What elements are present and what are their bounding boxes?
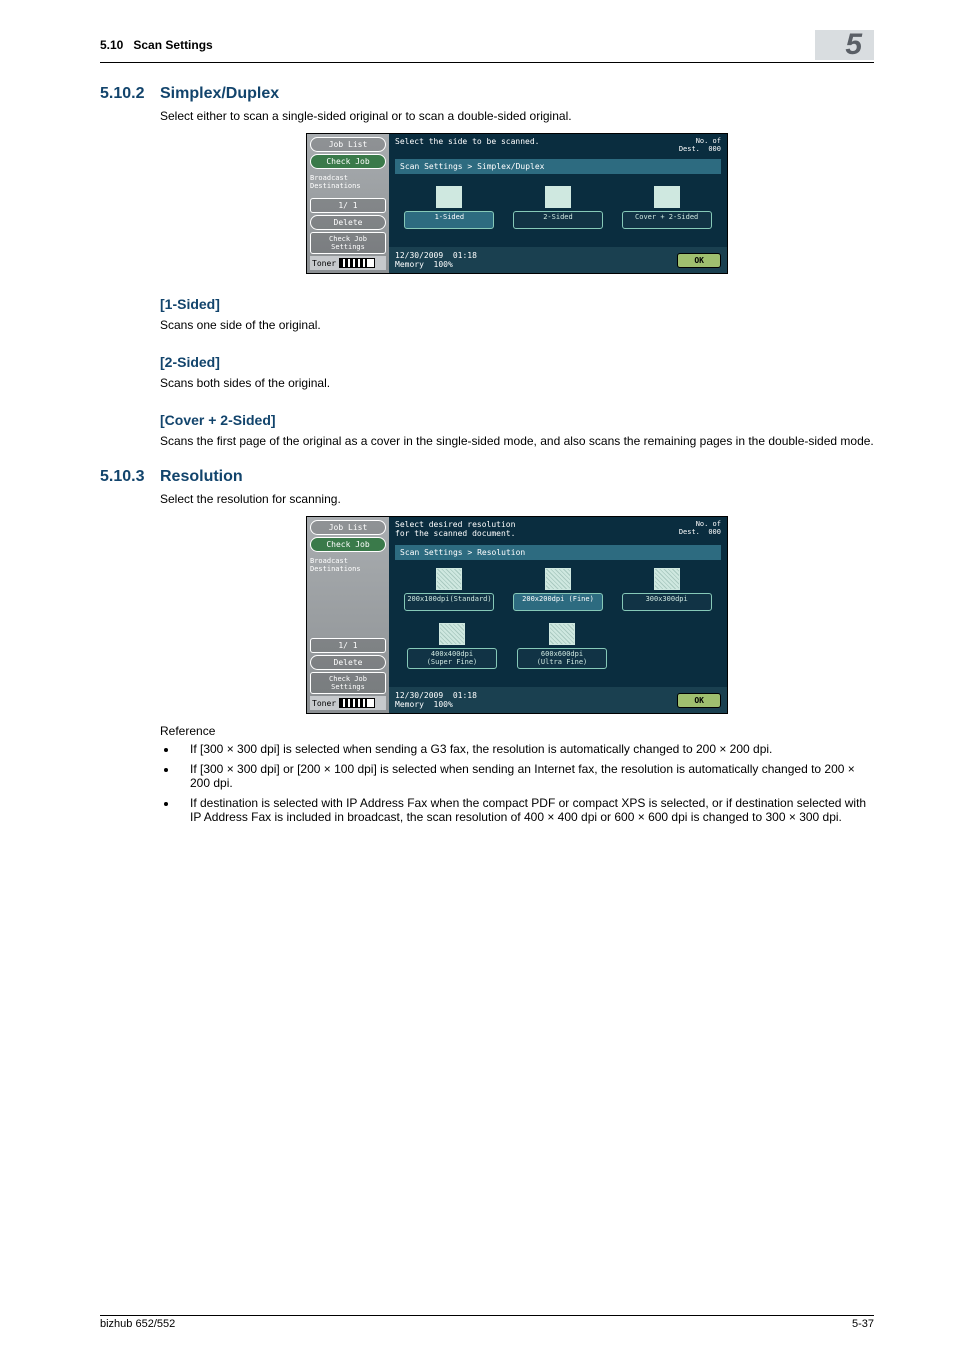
section-number: 5.10.2: [100, 85, 160, 103]
toner-gauge-icon: [339, 698, 375, 708]
toner-gauge-icon: [339, 258, 375, 268]
cover-two-sided-button[interactable]: Cover + 2-Sided: [622, 211, 712, 229]
res-600x600-button[interactable]: 600x600dpi (Ultra Fine): [517, 648, 607, 669]
subsection-title: [Cover + 2-Sided]: [160, 412, 874, 428]
subsection-title: [1-Sided]: [160, 296, 874, 312]
res-300x300-button[interactable]: 300x300dpi: [622, 593, 712, 611]
delete-button[interactable]: Delete: [310, 215, 386, 230]
toner-row: Toner: [310, 696, 386, 710]
header-section: 5.10 Scan Settings: [100, 38, 213, 52]
subsection-text: Scans one side of the original.: [160, 318, 874, 332]
subsection-title: [2-Sided]: [160, 354, 874, 370]
section-intro: Select either to scan a single-sided ori…: [160, 109, 874, 123]
res-400x400-icon: [439, 623, 465, 645]
footer-page: 5-37: [852, 1318, 874, 1330]
check-job-button[interactable]: Check Job: [310, 537, 386, 552]
page-indicator: 1/ 1: [310, 638, 386, 653]
two-sided-button[interactable]: 2-Sided: [513, 211, 603, 229]
check-job-button[interactable]: Check Job: [310, 154, 386, 169]
check-settings-button[interactable]: Check Job Settings: [310, 672, 386, 694]
res-200x200-button[interactable]: 200x200dpi (Fine): [513, 593, 603, 611]
breadcrumb: Scan Settings > Resolution: [395, 545, 721, 560]
reference-list: If [300 × 300 dpi] is selected when send…: [160, 742, 874, 824]
broadcast-label: Broadcast Destinations: [310, 558, 386, 573]
res-300x300-icon: [654, 568, 680, 590]
section-title: Simplex/Duplex: [160, 85, 279, 103]
res-200x100-button[interactable]: 200x100dpi(Standard): [404, 593, 494, 611]
broadcast-label: Broadcast Destinations: [310, 175, 386, 190]
screenshot-resolution: Job List Check Job Broadcast Destination…: [306, 516, 728, 714]
dest-counter: No. of Dest. 000: [679, 138, 721, 153]
subsection-text: Scans both sides of the original.: [160, 376, 874, 390]
chapter-badge: 5: [815, 30, 874, 60]
instruction-text: Select desired resolution for the scanne…: [395, 521, 515, 539]
check-settings-button[interactable]: Check Job Settings: [310, 232, 386, 254]
subsection-text: Scans the first page of the original as …: [160, 434, 874, 448]
ok-button[interactable]: OK: [677, 693, 721, 708]
page-footer: bizhub 652/552 5-37: [100, 1315, 874, 1330]
section-number: 5.10.3: [100, 468, 160, 486]
page-header: 5.10 Scan Settings 5: [100, 30, 874, 63]
reference-label: Reference: [160, 724, 874, 738]
res-200x100-icon: [436, 568, 462, 590]
status-datetime: 12/30/2009 01:18 Memory 100%: [395, 251, 477, 269]
res-400x400-button[interactable]: 400x400dpi (Super Fine): [407, 648, 497, 669]
two-sided-icon: [545, 186, 571, 208]
page-indicator: 1/ 1: [310, 198, 386, 213]
list-item: If [300 × 300 dpi] or [200 × 100 dpi] is…: [178, 762, 874, 790]
list-item: If destination is selected with IP Addre…: [178, 796, 874, 824]
instruction-text: Select the side to be scanned.: [395, 138, 540, 153]
cover-two-sided-icon: [654, 186, 680, 208]
dest-counter: No. of Dest. 000: [679, 521, 721, 539]
res-600x600-icon: [549, 623, 575, 645]
job-list-button[interactable]: Job List: [310, 137, 386, 152]
status-datetime: 12/30/2009 01:18 Memory 100%: [395, 691, 477, 709]
screenshot-simplex-duplex: Job List Check Job Broadcast Destination…: [306, 133, 728, 274]
one-sided-button[interactable]: 1-Sided: [404, 211, 494, 229]
breadcrumb: Scan Settings > Simplex/Duplex: [395, 159, 721, 174]
ok-button[interactable]: OK: [677, 253, 721, 268]
section-title: Resolution: [160, 468, 243, 486]
list-item: If [300 × 300 dpi] is selected when send…: [178, 742, 874, 756]
job-list-button[interactable]: Job List: [310, 520, 386, 535]
section-intro: Select the resolution for scanning.: [160, 492, 874, 506]
one-sided-icon: [436, 186, 462, 208]
delete-button[interactable]: Delete: [310, 655, 386, 670]
res-200x200-icon: [545, 568, 571, 590]
footer-model: bizhub 652/552: [100, 1318, 175, 1330]
toner-row: Toner: [310, 256, 386, 270]
